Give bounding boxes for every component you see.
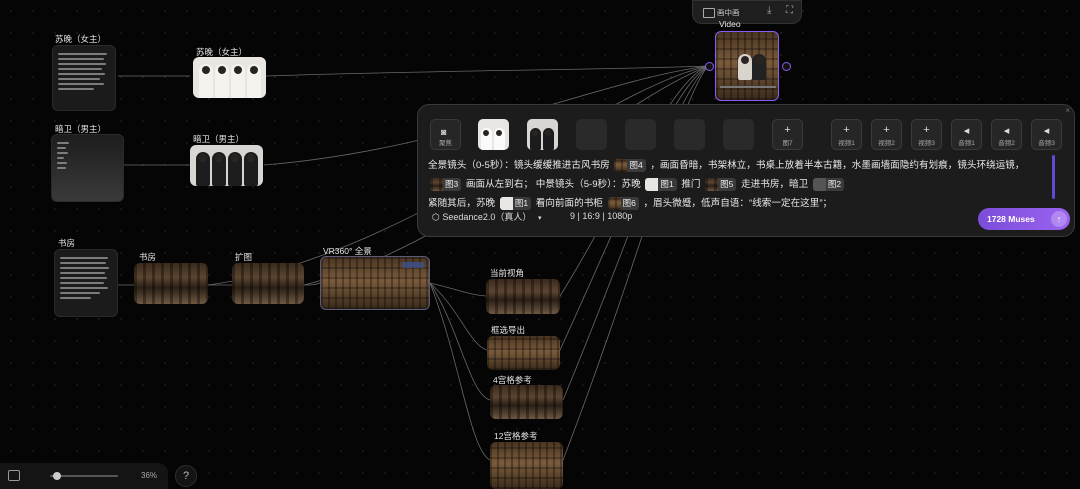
expand-image-node[interactable]: [232, 263, 304, 304]
ref-chip[interactable]: 图2: [812, 177, 845, 191]
cube-icon: ⬡: [432, 212, 440, 222]
generate-button[interactable]: 1728 Muses ↑: [978, 208, 1070, 230]
speaker-icon: ◂: [963, 125, 970, 137]
minimap-icon[interactable]: [8, 470, 20, 481]
video-output-port[interactable]: [782, 62, 791, 71]
ref-chip[interactable]: 图5: [705, 177, 737, 191]
ref-chip[interactable]: 图4: [614, 158, 646, 172]
add-video-2-button[interactable]: + 视频2: [871, 119, 902, 150]
video-input-port[interactable]: [705, 62, 714, 71]
video-progress-bar[interactable]: [720, 86, 776, 88]
plus-icon: +: [883, 124, 890, 136]
grid4-node[interactable]: [490, 385, 563, 419]
add-audio-1-button[interactable]: ◂ 音频1: [951, 119, 982, 150]
current-view-node[interactable]: [486, 279, 560, 314]
video-node-title: Video: [719, 19, 741, 29]
plus-icon: +: [784, 124, 791, 136]
prompt-panel: × ◙ 聚焦 + 图7 + 视频1 + 视频2 + 视频3 ◂ 音频1 ◂ 音频…: [417, 104, 1075, 237]
expand-title: 扩图: [235, 252, 253, 262]
zoom-slider-handle[interactable]: [53, 472, 61, 480]
ref-thumb-6[interactable]: [723, 119, 754, 150]
help-button[interactable]: ?: [175, 465, 197, 487]
current-view-title: 当前视角: [490, 268, 525, 278]
preview-toolbar: 画中画 ⤓ ⛶: [692, 0, 802, 24]
ref-thumb-4[interactable]: [625, 119, 656, 150]
vr360-badge: [402, 262, 424, 268]
add-video-1-button[interactable]: + 视频1: [831, 119, 862, 150]
ref-thumb-2[interactable]: [527, 119, 558, 150]
fullscreen-icon[interactable]: ⛶: [786, 5, 793, 16]
add-image-7-button[interactable]: + 图7: [772, 119, 803, 150]
prompt-line-1[interactable]: 全景镜头（0-5秒）：镜头缓缓推进古风书房 图4 ，画面昏暗，书架林立，书桌上放…: [428, 157, 1025, 172]
guard-image-node[interactable]: [190, 145, 263, 186]
focus-button[interactable]: ◙ 聚焦: [430, 119, 461, 150]
camera-icon: ◙: [441, 127, 447, 137]
focus-label: 聚焦: [439, 140, 452, 147]
prompt-line-2[interactable]: 图3 画面从左到右； 中景镜头（5-9秒）：苏晚 图1 推门 图5 走进书房，暗…: [428, 176, 846, 191]
video-node[interactable]: [715, 31, 779, 101]
speaker-icon: ◂: [1003, 125, 1010, 137]
chevron-down-icon: ▾: [537, 215, 542, 222]
su-wan-image-node[interactable]: [193, 57, 266, 98]
guard-image-title: 暗卫（男主）: [193, 134, 245, 144]
zoom-value: 36%: [141, 471, 158, 480]
frame-export-title: 框选导出: [491, 325, 526, 335]
guard-text-node[interactable]: [51, 134, 124, 202]
ref-chip[interactable]: 图6: [607, 196, 639, 210]
ref-thumb-1[interactable]: [478, 119, 509, 150]
add-video-3-button[interactable]: + 视频3: [911, 119, 942, 150]
ref-thumb-3[interactable]: [576, 119, 607, 150]
ref-chip[interactable]: 图1: [499, 196, 532, 210]
grid12-node[interactable]: [490, 442, 563, 489]
download-icon[interactable]: ⤓: [767, 5, 771, 16]
generation-params[interactable]: 9 | 16:9 | 1080p: [570, 211, 632, 221]
ref-chip[interactable]: 图1: [645, 177, 677, 191]
study-text-node[interactable]: [54, 249, 118, 317]
zoom-bar: 36%: [0, 463, 168, 489]
su-wan-text-title: 苏晚（女主）: [55, 34, 107, 44]
su-wan-text-node[interactable]: [52, 45, 116, 111]
pip-label[interactable]: 画中画: [717, 7, 740, 18]
add-audio-3-button[interactable]: ◂ 音频3: [1031, 119, 1062, 150]
close-icon[interactable]: ×: [1065, 106, 1070, 115]
study-text-title: 书房: [58, 238, 76, 248]
grid12-title: 12宫格参考: [494, 431, 538, 441]
arrow-up-icon: ↑: [1051, 211, 1067, 227]
plus-icon: +: [843, 124, 850, 136]
add-audio-2-button[interactable]: ◂ 音频2: [991, 119, 1022, 150]
study-image-title: 书房: [139, 252, 157, 262]
plus-icon: +: [923, 124, 930, 136]
study-image-node[interactable]: [134, 263, 208, 304]
frame-export-node[interactable]: [487, 336, 560, 370]
pip-icon[interactable]: [703, 8, 715, 18]
ref-chip[interactable]: 图3: [430, 177, 462, 191]
speaker-icon: ◂: [1043, 125, 1050, 137]
prompt-scrollbar[interactable]: [1052, 155, 1055, 199]
zoom-slider[interactable]: [50, 472, 118, 480]
prompt-line-3[interactable]: 紧随其后，苏晚 图1 看向前面的书柜 图6 ，眉头微蹙，低声自语：“线索一定在这…: [428, 195, 832, 210]
model-selector[interactable]: ⬡ Seedance2.0（真人） ▾: [432, 210, 541, 223]
ref-thumb-5[interactable]: [674, 119, 705, 150]
vr360-node[interactable]: [320, 256, 430, 310]
